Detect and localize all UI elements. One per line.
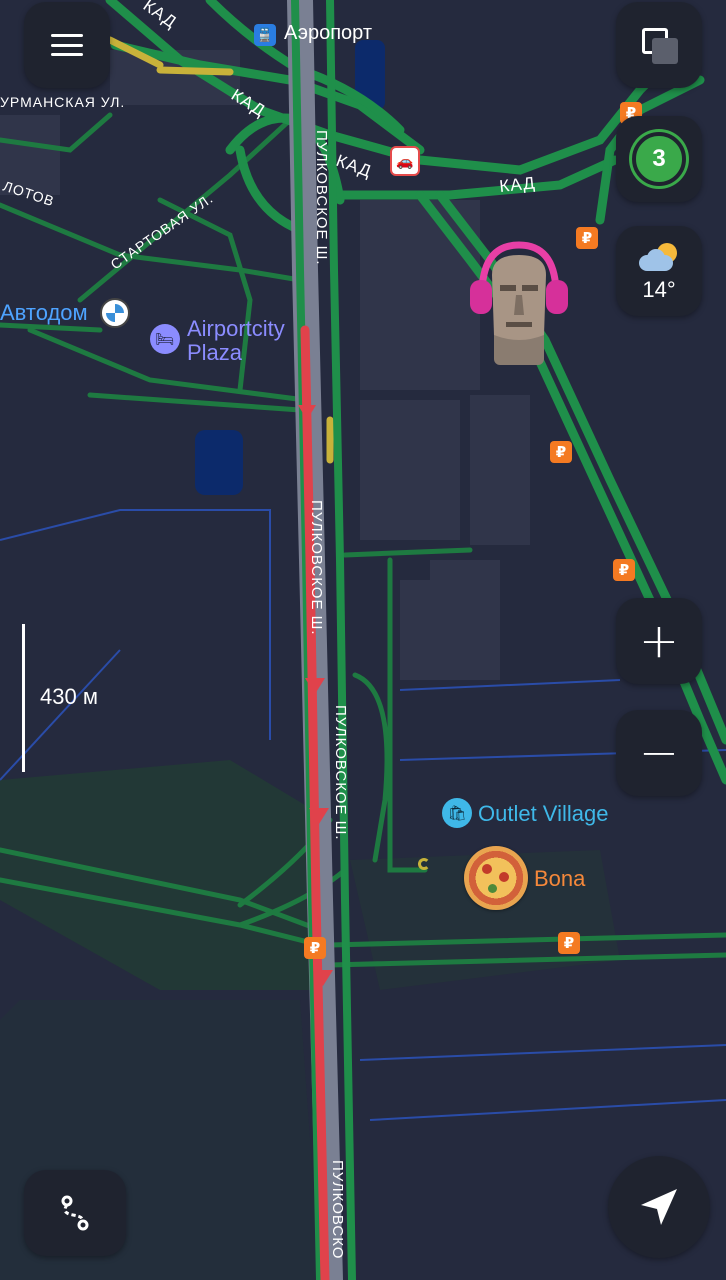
road-label-murmanskaya: УРМАНСКАЯ УЛ. <box>0 94 125 110</box>
minus-icon: − <box>638 725 680 781</box>
layers-icon <box>642 28 678 64</box>
ruble-marker[interactable]: ₽ <box>613 559 635 581</box>
car-service-icon[interactable]: 🚗 <box>390 146 420 176</box>
small-place-marker[interactable] <box>418 858 430 870</box>
ruble-marker[interactable]: ₽ <box>550 441 572 463</box>
ruble-marker[interactable]: ₽ <box>304 937 326 959</box>
layers-button[interactable] <box>616 2 702 88</box>
scale-label: 430 м <box>40 684 98 709</box>
poi-airport-label: Аэропорт <box>284 22 373 44</box>
scale-bar <box>22 624 25 772</box>
pizza-icon <box>464 846 528 910</box>
ruble-marker[interactable]: ₽ <box>576 227 598 249</box>
hamburger-icon <box>51 34 83 56</box>
plus-icon: + <box>638 613 680 669</box>
ruble-marker[interactable]: ₽ <box>558 932 580 954</box>
poi-avtodom-label: Автодом <box>0 300 88 325</box>
road-label-pulkovskoe: ПУЛКОВСКОЕ Ш. <box>313 130 330 266</box>
route-icon <box>61 1195 89 1231</box>
user-avatar-marker[interactable] <box>464 240 574 370</box>
traffic-indicator-icon: 3 <box>632 132 686 186</box>
poi-airportcity-label-1: Airportcity <box>187 316 285 341</box>
locate-me-button[interactable] <box>608 1156 710 1258</box>
poi-airportcity-label-2: Plaza <box>187 340 243 365</box>
poi-outlet-label: Outlet Village <box>478 801 609 826</box>
road-label-pulkovskoe: ПУЛКОВСКО <box>329 1160 346 1259</box>
poi-bona-label: Bona <box>534 866 586 891</box>
moai-headphones-icon <box>470 241 568 365</box>
partly-cloudy-icon <box>637 243 681 273</box>
road-label-pulkovskoe: ПУЛКОВСКОЕ Ш. <box>332 705 349 841</box>
road-label-pulkovskoe: ПУЛКОВСКОЕ Ш. <box>308 500 325 636</box>
navigation-arrow-icon <box>641 1189 677 1225</box>
zoom-in-button[interactable]: + <box>616 598 702 684</box>
bmw-logo-icon <box>100 298 130 328</box>
traffic-level-button[interactable]: 3 <box>616 116 702 202</box>
road-label-kad: КАД <box>498 173 536 196</box>
traffic-level-value: 3 <box>652 145 666 172</box>
menu-button[interactable] <box>24 2 110 88</box>
train-icon: 🚆 <box>254 24 276 46</box>
route-button[interactable] <box>24 1170 126 1256</box>
zoom-out-button[interactable]: − <box>616 710 702 796</box>
bed-icon: 🛏 <box>150 324 180 354</box>
shopping-bag-icon: 🛍 <box>442 798 472 828</box>
weather-temperature: 14° <box>642 277 676 302</box>
weather-widget[interactable]: 14° <box>616 226 702 316</box>
